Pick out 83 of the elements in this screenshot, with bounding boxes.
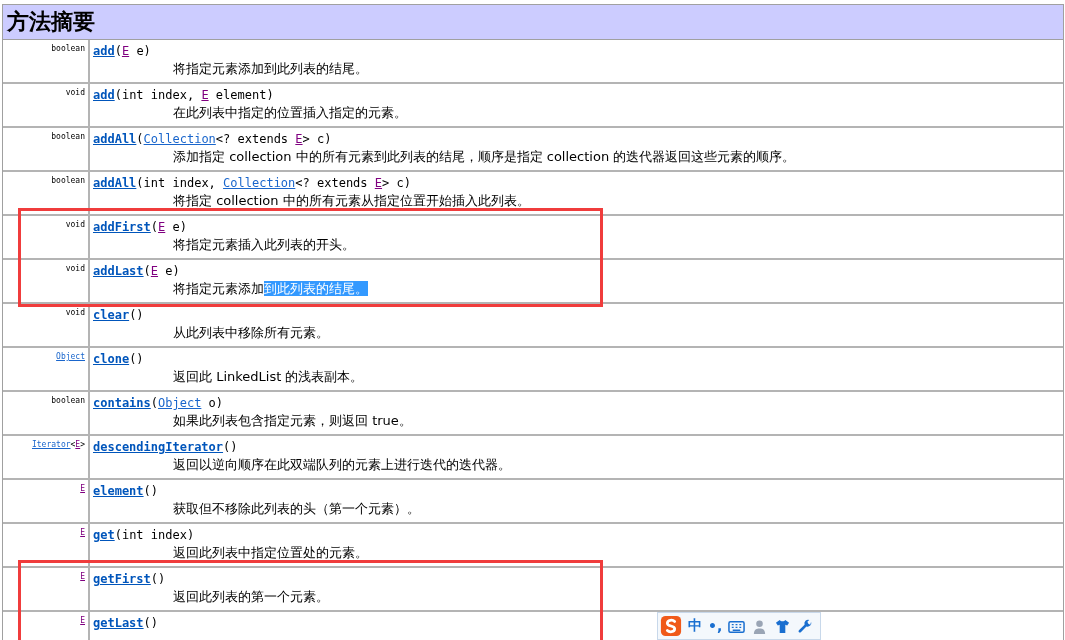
method-link[interactable]: add: [93, 88, 115, 102]
signature-text: (: [143, 264, 151, 278]
punctuation-toggle[interactable]: •,: [708, 618, 723, 634]
signature-text: (int index,: [136, 176, 217, 190]
signature-text: (): [129, 352, 144, 366]
signature-text: e): [135, 44, 151, 58]
method-description: 将指定 collection 中的所有元素从指定位置开始插入此列表。: [173, 193, 530, 208]
return-type-text: void: [65, 220, 85, 229]
type-parameter-link[interactable]: E: [295, 132, 303, 146]
signature-text: (): [150, 572, 166, 586]
method-link[interactable]: clone: [93, 352, 130, 366]
signature-text: <? extends: [215, 132, 290, 146]
type-parameter-link[interactable]: E: [121, 44, 130, 58]
return-type-text: boolean: [51, 44, 85, 53]
method-link[interactable]: addFirst: [93, 220, 151, 234]
type-link[interactable]: Collection: [223, 176, 296, 190]
method-link[interactable]: contains: [93, 396, 151, 410]
method-description: 从此列表中移除所有元素。: [173, 325, 329, 340]
method-description: 获取但不移除此列表的头（第一个元素）。: [173, 501, 420, 516]
method-link[interactable]: get: [93, 528, 115, 542]
method-description: 在此列表中指定的位置插入指定的元素。: [173, 105, 407, 120]
method-link[interactable]: element: [93, 484, 144, 498]
method-link[interactable]: add: [93, 44, 115, 58]
type-parameter-link[interactable]: E: [80, 484, 85, 493]
signature-text: (: [150, 220, 159, 234]
type-parameter-link[interactable]: E: [150, 264, 159, 278]
method-link[interactable]: addLast: [93, 264, 144, 278]
keyboard-icon[interactable]: [728, 618, 746, 634]
signature-text: (int index,: [114, 88, 196, 102]
ime-logo-icon: [660, 615, 682, 637]
signature-text: <? extends: [295, 176, 369, 190]
method-description: 如果此列表包含指定元素，则返回 true。: [173, 413, 412, 428]
type-parameter-link[interactable]: E: [374, 176, 383, 190]
method-link[interactable]: addAll: [93, 132, 137, 146]
signature-text: e): [164, 264, 180, 278]
type-link[interactable]: Collection: [143, 132, 216, 146]
shirt-icon[interactable]: [774, 618, 792, 634]
method-description: 返回此 LinkedList 的浅表副本。: [173, 369, 364, 384]
method-link[interactable]: clear: [93, 308, 130, 322]
method-link[interactable]: getLast: [93, 616, 144, 630]
method-description: 添加指定 collection 中的所有元素到此列表的结尾，顺序是指定 collection 的迭代器返回这些元素的顺序。: [173, 149, 796, 164]
section-title: 方法摘要: [7, 8, 95, 36]
input-mode-toggle[interactable]: 中: [688, 617, 702, 635]
return-type-text: void: [65, 264, 85, 273]
return-type-text: <: [70, 440, 76, 449]
signature-text: o): [207, 396, 224, 410]
method-description: 返回以逆向顺序在此双端队列的元素上进行迭代的迭代器。: [173, 457, 511, 472]
signature-text: > c): [382, 176, 411, 190]
return-type-text: boolean: [51, 396, 85, 405]
signature-text: > c): [302, 132, 332, 146]
signature-text: (: [136, 132, 144, 146]
signature-text: (): [143, 616, 159, 630]
method-link[interactable]: descendingIterator: [93, 440, 224, 454]
type-parameter-link[interactable]: E: [80, 528, 85, 537]
signature-text: (): [143, 484, 159, 498]
type-link[interactable]: Object: [56, 352, 85, 361]
method-description: 返回此列表中指定位置处的元素。: [173, 545, 368, 560]
type-link[interactable]: Iterator: [32, 440, 71, 449]
type-parameter-link[interactable]: E: [75, 440, 81, 449]
type-parameter-link[interactable]: E: [80, 572, 85, 581]
signature-text: (int index): [114, 528, 195, 542]
method-description: 将指定元素添加到此列表的结尾。: [173, 61, 368, 76]
signature-text: (): [129, 308, 144, 322]
method-description: 将指定元素插入此列表的开头。: [173, 237, 355, 252]
method-link[interactable]: addAll: [93, 176, 137, 190]
type-parameter-link[interactable]: E: [80, 616, 85, 625]
return-type-text: >: [80, 440, 85, 449]
signature-text: (: [114, 44, 122, 58]
method-link[interactable]: getFirst: [93, 572, 151, 586]
return-type-text: boolean: [51, 132, 85, 141]
signature-text: (: [150, 396, 159, 410]
signature-text: (): [223, 440, 238, 454]
type-link[interactable]: Object: [158, 396, 202, 410]
return-type-text: void: [65, 308, 85, 317]
return-type-text: void: [65, 88, 85, 97]
return-type-text: boolean: [51, 176, 85, 185]
method-description: 返回此列表的第一个元素。: [173, 589, 329, 604]
selected-text: 到此列表的结尾。: [264, 281, 368, 296]
type-parameter-link[interactable]: E: [201, 88, 209, 102]
type-parameter-link[interactable]: E: [158, 220, 166, 234]
signature-text: element): [214, 88, 274, 102]
method-description: 将指定元素添加: [173, 281, 264, 296]
signature-text: e): [171, 220, 187, 234]
